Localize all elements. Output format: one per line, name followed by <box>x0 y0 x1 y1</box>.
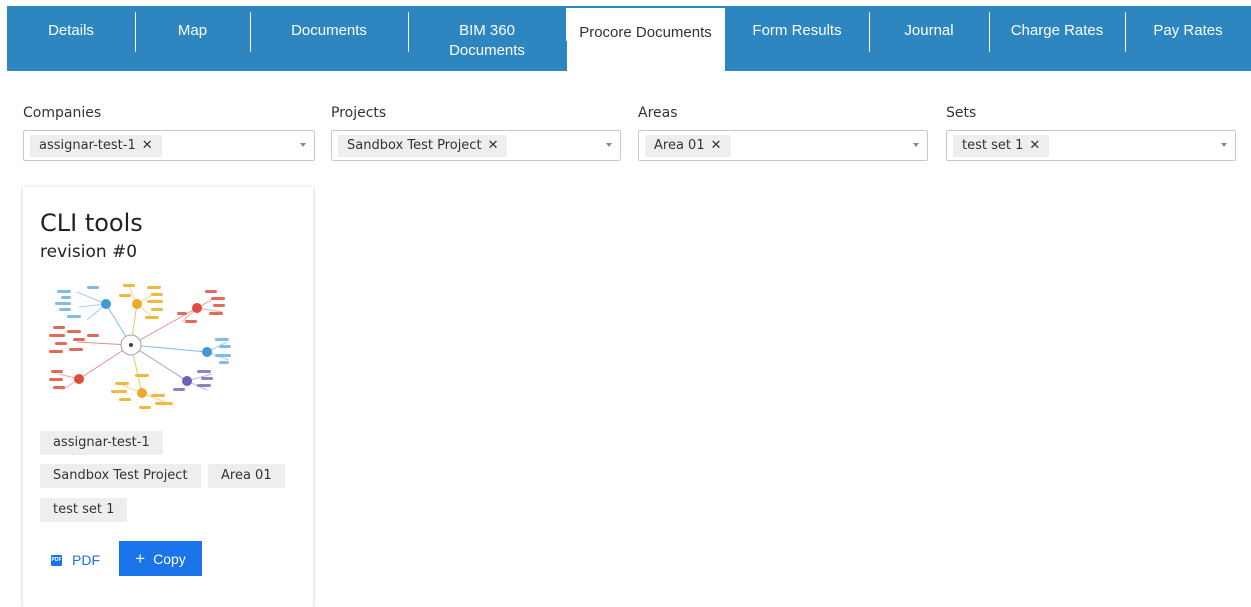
pdf-label: PDF <box>72 552 100 568</box>
projects-label: Projects <box>331 105 387 121</box>
tab-documents[interactable]: Documents <box>250 6 408 71</box>
chevron-down-icon[interactable] <box>300 143 306 147</box>
tab-journal[interactable]: Journal <box>869 6 989 71</box>
chevron-down-icon[interactable] <box>606 143 612 147</box>
chevron-down-icon[interactable] <box>1221 143 1227 147</box>
tab-label: Documents <box>291 22 367 39</box>
sets-chip: test set 1 ✕ <box>953 135 1050 157</box>
tab-pay-rates[interactable]: Pay Rates <box>1125 6 1251 71</box>
remove-icon[interactable]: ✕ <box>142 135 153 157</box>
chip-label: test set 1 <box>962 138 1024 153</box>
remove-icon[interactable]: ✕ <box>488 135 499 157</box>
tab-bar: Details Map Documents BIM 360 Documents … <box>7 6 1251 71</box>
document-thumbnail[interactable] <box>47 282 237 412</box>
plus-icon: + <box>135 549 146 568</box>
project-tag: Sandbox Test Project <box>40 464 201 488</box>
area-tag: Area 01 <box>208 464 285 488</box>
companies-select[interactable]: assignar-test-1 ✕ <box>23 130 315 161</box>
tab-charge-rates[interactable]: Charge Rates <box>989 6 1125 71</box>
pdf-file-icon: PDF <box>51 554 62 566</box>
chip-label: Area 01 <box>654 138 705 153</box>
chevron-down-icon[interactable] <box>913 143 919 147</box>
set-tag: test set 1 <box>40 498 128 522</box>
document-title: CLI tools <box>40 209 143 237</box>
tab-label: Procore Documents <box>579 24 712 41</box>
copy-label: Copy <box>153 550 186 567</box>
pdf-link[interactable]: PDF PDF <box>51 552 100 568</box>
areas-select[interactable]: Area 01 ✕ <box>638 130 928 161</box>
tab-label: Map <box>177 22 208 39</box>
chip-label: assignar-test-1 <box>39 138 136 153</box>
companies-chip: assignar-test-1 ✕ <box>30 135 162 157</box>
areas-chip: Area 01 ✕ <box>645 135 731 157</box>
chip-label: Sandbox Test Project <box>347 138 482 153</box>
tab-form-results[interactable]: Form Results <box>725 6 869 71</box>
tab-label: Charge Rates <box>1010 22 1104 39</box>
tab-bim360-documents[interactable]: BIM 360 Documents <box>408 6 566 71</box>
tab-details[interactable]: Details <box>7 6 135 71</box>
tab-label: BIM 360 Documents <box>449 22 525 59</box>
tab-label: Details <box>48 22 94 39</box>
companies-label: Companies <box>23 105 102 121</box>
copy-button[interactable]: + Copy <box>119 541 202 576</box>
sets-select[interactable]: test set 1 ✕ <box>946 130 1236 161</box>
tab-label: Form Results <box>752 22 842 39</box>
areas-label: Areas <box>638 105 678 121</box>
document-card: CLI tools revision #0 assignar-test-1 Sa… <box>23 187 313 607</box>
remove-icon[interactable]: ✕ <box>711 135 722 157</box>
tab-label: Journal <box>904 22 954 39</box>
tab-map[interactable]: Map <box>135 6 250 71</box>
remove-icon[interactable]: ✕ <box>1029 135 1040 157</box>
tab-label: Pay Rates <box>1153 22 1223 39</box>
projects-chip: Sandbox Test Project ✕ <box>338 135 508 157</box>
document-revision: revision #0 <box>40 242 138 262</box>
sets-label: Sets <box>946 105 977 121</box>
projects-select[interactable]: Sandbox Test Project ✕ <box>331 130 621 161</box>
tab-procore-documents[interactable]: Procore Documents <box>566 8 725 71</box>
company-tag: assignar-test-1 <box>40 431 163 455</box>
